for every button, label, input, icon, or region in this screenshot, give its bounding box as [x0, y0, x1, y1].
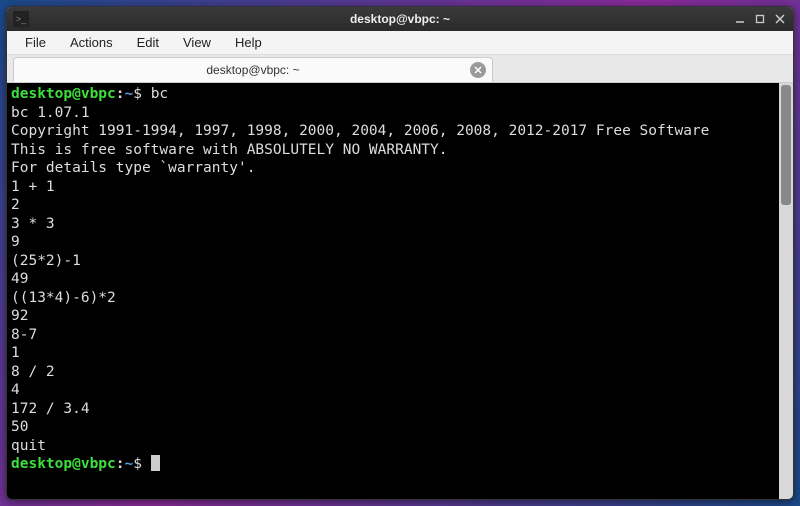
terminal-line: quit	[11, 438, 46, 454]
terminal-output[interactable]: desktop@vbpc:~$ bc bc 1.07.1 Copyright 1…	[7, 83, 779, 499]
terminal-line: Copyright 1991-1994, 1997, 1998, 2000, 2…	[11, 123, 709, 139]
terminal-line: ((13*4)-6)*2	[11, 290, 116, 306]
titlebar[interactable]: >_ desktop@vbpc: ~	[7, 7, 793, 31]
window-title: desktop@vbpc: ~	[350, 12, 450, 26]
terminal-line: 9	[11, 234, 20, 250]
terminal-line: 3 * 3	[11, 216, 55, 232]
minimize-button[interactable]	[733, 12, 747, 26]
terminal-line: 4	[11, 382, 20, 398]
terminal-line: 8 / 2	[11, 364, 55, 380]
menu-edit[interactable]: Edit	[127, 33, 169, 52]
menu-file[interactable]: File	[15, 33, 56, 52]
terminal-line: For details type `warranty'.	[11, 160, 255, 176]
menu-help[interactable]: Help	[225, 33, 272, 52]
terminal-line: This is free software with ABSOLUTELY NO…	[11, 142, 448, 158]
tab-title: desktop@vbpc: ~	[206, 63, 299, 77]
menu-view[interactable]: View	[173, 33, 221, 52]
terminal-line: 8-7	[11, 327, 37, 343]
prompt-userhost: desktop@vbpc	[11, 86, 116, 102]
prompt-colon: :	[116, 456, 125, 472]
scrollbar-thumb[interactable]	[781, 85, 791, 205]
prompt-path: ~	[125, 456, 134, 472]
prompt-dollar: $	[133, 456, 150, 472]
tab-close-button[interactable]	[470, 62, 486, 78]
tabbar: desktop@vbpc: ~	[7, 55, 793, 83]
terminal-line: 172 / 3.4	[11, 401, 90, 417]
terminal-window: >_ desktop@vbpc: ~ File Actions Edit Vie…	[6, 6, 794, 500]
terminal-area: desktop@vbpc:~$ bc bc 1.07.1 Copyright 1…	[7, 83, 793, 499]
terminal-line: 49	[11, 271, 28, 287]
cursor	[151, 455, 160, 471]
menubar: File Actions Edit View Help	[7, 31, 793, 55]
menu-actions[interactable]: Actions	[60, 33, 123, 52]
prompt-path: ~	[125, 86, 134, 102]
prompt-userhost: desktop@vbpc	[11, 456, 116, 472]
app-icon: >_	[13, 11, 29, 27]
terminal-command: bc	[151, 86, 168, 102]
prompt-dollar: $	[133, 86, 150, 102]
scrollbar[interactable]	[779, 83, 793, 499]
terminal-line: 1 + 1	[11, 179, 55, 195]
terminal-line: 50	[11, 419, 28, 435]
prompt-colon: :	[116, 86, 125, 102]
terminal-line: (25*2)-1	[11, 253, 81, 269]
tab-terminal[interactable]: desktop@vbpc: ~	[13, 57, 493, 82]
terminal-line: 1	[11, 345, 20, 361]
maximize-button[interactable]	[753, 12, 767, 26]
window-controls	[733, 12, 787, 26]
terminal-line: 92	[11, 308, 28, 324]
terminal-line: 2	[11, 197, 20, 213]
close-button[interactable]	[773, 12, 787, 26]
terminal-line: bc 1.07.1	[11, 105, 90, 121]
